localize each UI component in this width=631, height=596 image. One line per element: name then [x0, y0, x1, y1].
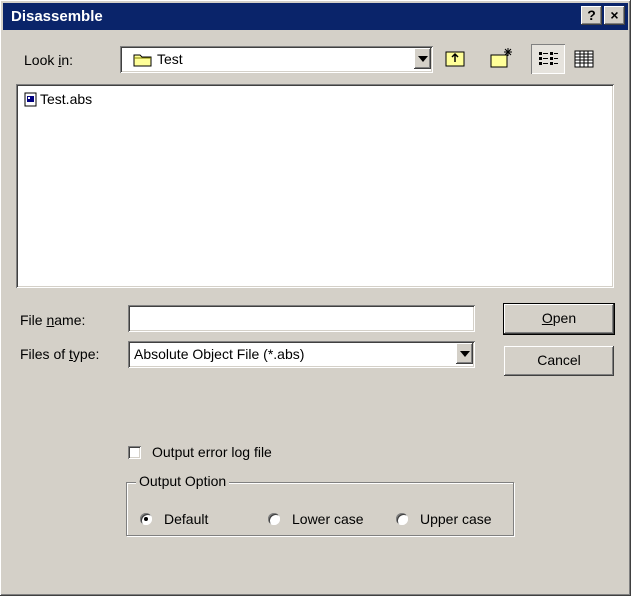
details-view-icon	[574, 50, 594, 68]
folder-icon	[133, 54, 152, 67]
lookin-combo[interactable]: Test	[120, 46, 433, 73]
title-bar[interactable]: Disassemble ? ×	[3, 3, 628, 30]
radio-label-default: Default	[164, 511, 209, 527]
filetype-value: Absolute Object File (*.abs)	[134, 346, 305, 362]
dialog-title: Disassemble	[11, 8, 103, 25]
file-name: Test.abs	[40, 91, 93, 107]
up-one-level-button[interactable]	[440, 44, 470, 74]
radio-button[interactable]	[396, 513, 408, 525]
error-log-label: Output error log file	[152, 444, 272, 460]
filename-label: File name:	[20, 312, 86, 328]
radio-label-upper-case: Upper case	[420, 511, 492, 527]
lookin-dropdown-arrow[interactable]	[414, 48, 431, 69]
filename-input[interactable]	[128, 305, 475, 332]
cancel-button[interactable]: Cancel	[504, 346, 614, 376]
output-option-group	[126, 482, 514, 536]
chevron-down-icon	[418, 56, 428, 62]
error-log-checkbox[interactable]	[128, 446, 141, 459]
filetype-dropdown-arrow[interactable]	[456, 343, 473, 364]
lookin-value: Test	[157, 51, 183, 67]
dialog-window: Disassemble ? × Look in: Test Test.abs F…	[0, 0, 631, 596]
file-icon	[24, 92, 37, 107]
filetype-combo[interactable]: Absolute Object File (*.abs)	[128, 341, 475, 368]
open-button[interactable]: Open	[504, 304, 614, 334]
radio-button[interactable]	[268, 513, 280, 525]
up-folder-icon	[445, 51, 465, 67]
create-new-folder-button[interactable]	[486, 44, 516, 74]
help-button[interactable]: ?	[581, 6, 602, 25]
filetype-label: Files of type:	[20, 346, 100, 362]
chevron-down-icon	[460, 351, 470, 357]
list-view-icon	[539, 52, 558, 65]
file-list[interactable]: Test.abs	[16, 84, 614, 288]
close-button[interactable]: ×	[604, 6, 625, 25]
radio-label-lower-case: Lower case	[292, 511, 364, 527]
list-view-button[interactable]	[531, 44, 565, 74]
radio-selected-dot	[144, 517, 148, 521]
radio-button[interactable]	[140, 513, 152, 525]
details-view-button[interactable]	[568, 44, 600, 74]
lookin-label: Look in:	[24, 52, 74, 68]
output-option-legend: Output Option	[136, 473, 230, 489]
new-folder-icon	[490, 48, 512, 68]
